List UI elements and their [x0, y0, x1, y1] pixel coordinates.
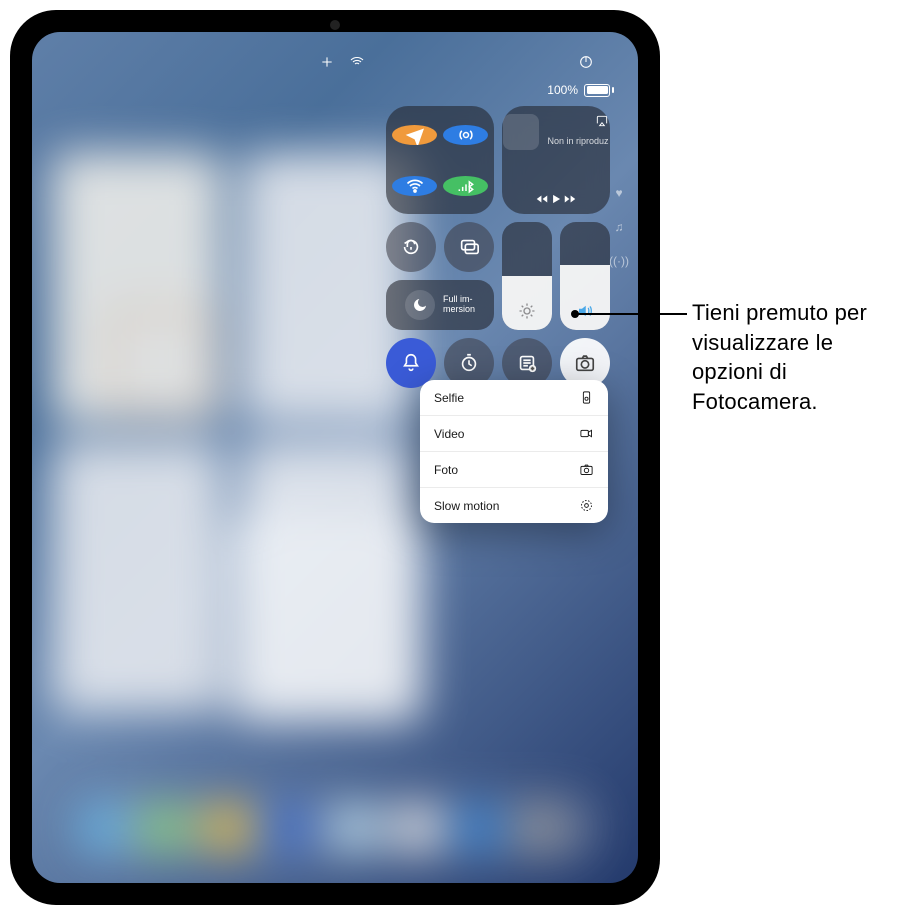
media-not-playing-label: Non in riproduz — [547, 136, 608, 146]
moon-icon — [405, 290, 435, 320]
screen-mirroring-button[interactable] — [444, 222, 494, 272]
brightness-icon — [518, 302, 536, 320]
airplay-icon[interactable] — [595, 114, 609, 128]
media-playback-tile[interactable]: Non in riproduz — [502, 106, 610, 214]
plus-icon — [319, 54, 335, 70]
heart-icon: ♥ — [615, 186, 622, 200]
forward-icon[interactable] — [563, 192, 577, 206]
volume-icon — [576, 302, 594, 320]
camera-menu-selfie[interactable]: Selfie — [420, 380, 608, 416]
focus-mode-label: Full im- mersion — [443, 295, 475, 315]
connectivity-cluster[interactable] — [386, 106, 494, 214]
photo-icon — [579, 462, 594, 477]
control-center: Non in riproduz — [386, 106, 608, 388]
camera-menu-photo[interactable]: Foto — [420, 452, 608, 488]
power-icon — [578, 54, 594, 70]
camera-menu-slomo[interactable]: Slow motion — [420, 488, 608, 523]
menu-item-label: Video — [434, 427, 464, 441]
camera-menu-video[interactable]: Video — [420, 416, 608, 452]
cellular-bluetooth-toggle[interactable] — [443, 176, 488, 196]
media-artwork — [503, 114, 539, 150]
menu-item-label: Slow motion — [434, 499, 499, 513]
airdrop-toggle[interactable] — [443, 125, 488, 145]
video-icon — [579, 426, 594, 441]
airplane-mode-toggle[interactable] — [392, 125, 437, 145]
rewind-icon[interactable] — [535, 192, 549, 206]
slomo-icon — [579, 498, 594, 513]
callout-leader-line — [575, 313, 687, 315]
wifi-status-icon — [349, 54, 365, 70]
callout-text: Tieni premuto per visualizzare le opzion… — [692, 298, 907, 417]
wifi-toggle[interactable] — [392, 176, 437, 196]
selfie-icon — [579, 390, 594, 405]
orientation-lock-toggle[interactable] — [386, 222, 436, 272]
camera-options-menu: Selfie Video Foto Slow motion — [420, 380, 608, 523]
right-sidebar-icons: ♥ ♫ ((·)) — [612, 90, 626, 363]
menu-item-label: Selfie — [434, 391, 464, 405]
menu-item-label: Foto — [434, 463, 458, 477]
signal-mini-icon: ((·)) — [609, 254, 629, 268]
ipad-screen: ♥ ♫ ((·)) 100% — [32, 32, 638, 883]
ipad-device-frame: ♥ ♫ ((·)) 100% — [10, 10, 660, 905]
battery-icon — [584, 84, 614, 97]
music-note-icon: ♫ — [615, 220, 624, 234]
front-camera — [330, 20, 340, 30]
brightness-slider[interactable] — [502, 222, 552, 330]
play-icon[interactable] — [549, 192, 563, 206]
battery-percentage: 100% — [547, 83, 578, 97]
focus-mode-button[interactable]: Full im- mersion — [386, 280, 494, 330]
